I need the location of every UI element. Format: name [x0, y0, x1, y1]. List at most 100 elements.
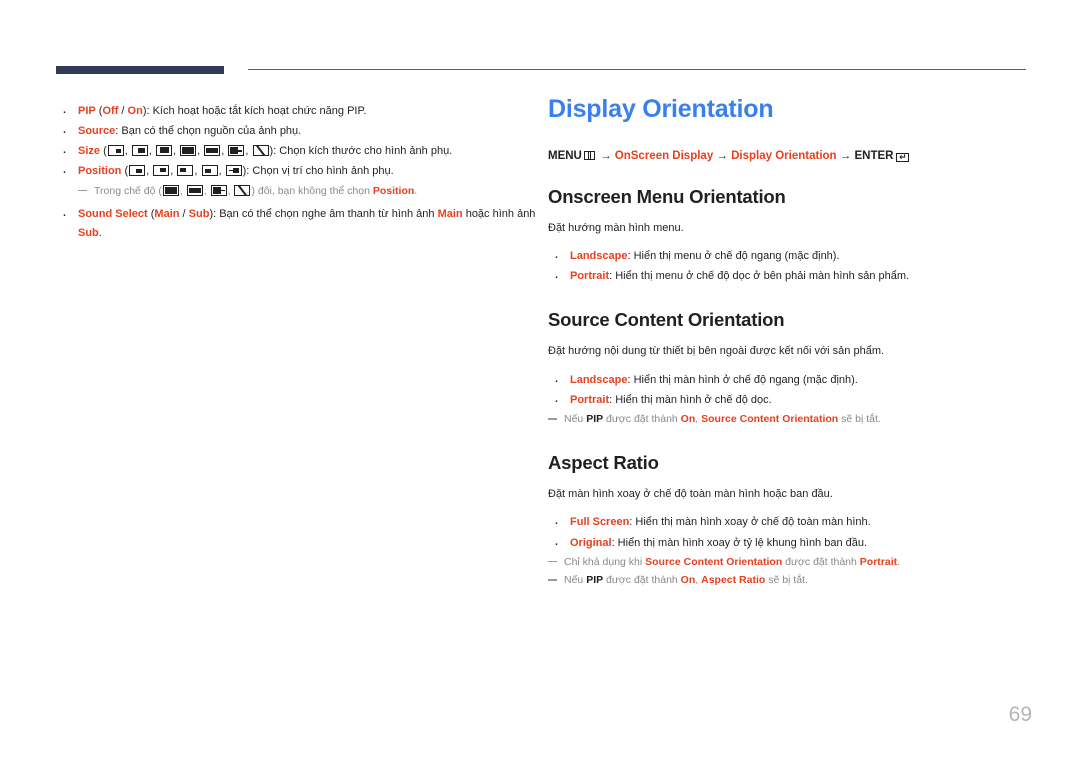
option-name: Landscape: [570, 250, 628, 262]
option-name: Portrait: [570, 393, 610, 406]
note-part: Chỉ khả dụng khi: [564, 555, 646, 568]
note-feature-ref: Source Content Orientation: [645, 555, 783, 568]
note-on-ref: On: [680, 574, 696, 587]
option-desc: : Hiển thị màn hình xoay ở tỷ lệ khung h…: [611, 536, 868, 549]
arrow-2: →: [716, 149, 728, 162]
option-landscape: Landscape: Hiển thị menu ở chế độ ngang …: [548, 245, 1028, 269]
icon-pos-bottom-left: [201, 165, 218, 177]
option-name: Landscape: [570, 373, 628, 386]
ss-desc-1: ): Bạn có thể chọn nghe âm thanh từ hình…: [209, 208, 438, 221]
note-portrait-ref: Portrait: [859, 555, 898, 568]
icon-sub-small-bottom-right: [107, 145, 124, 157]
icon-main-left-bar-right: [228, 145, 245, 157]
header-accent-bar: [56, 66, 224, 74]
pip-value-on: On: [127, 105, 143, 117]
sound-select-value-main: Main: [154, 208, 180, 221]
arrow-1: →: [600, 149, 612, 162]
page-number: 69: [1008, 703, 1032, 726]
enter-label: ENTER: [854, 149, 894, 162]
icon-dual-split-short: [204, 145, 221, 157]
sep: ,: [179, 184, 186, 197]
menu-path-breadcrumb: MENU → OnScreen Display → Display Orient…: [548, 150, 1028, 162]
source-label: Source: [78, 125, 116, 138]
note-dual-mode-suffix: .: [414, 184, 418, 197]
icon-pos-bottom-right: [129, 165, 146, 177]
size-desc: ): Chọn kích thước cho hình ảnh phụ.: [269, 145, 453, 158]
note-aspect-ratio-availability: Chỉ khả dụng khi Source Content Orientat…: [548, 554, 1028, 571]
note-part: được đặt thành: [782, 555, 860, 568]
sound-select-list: Sound Select (Main / Sub): Bạn có thể ch…: [56, 203, 536, 241]
option-landscape: Landscape: Hiển thị màn hình ở chế độ ng…: [548, 369, 1028, 393]
pip-desc: ): Kích hoạt hoặc tắt kích hoạt chức năn…: [142, 105, 367, 117]
note-source-content-pip: Nếu PIP được đặt thành On, Source Conten…: [548, 411, 1028, 428]
bullet-sound-select: Sound Select (Main / Sub): Bạn có thể ch…: [56, 203, 536, 241]
sound-select-label: Sound Select: [78, 208, 148, 221]
sep: ,: [170, 165, 177, 178]
section-lead-source-content-orientation: Đặt hướng nội dung từ thiết bị bên ngoài…: [548, 345, 885, 358]
sep: ,: [194, 165, 201, 178]
bullet-position: Position (, , , , ): Chọn vị trí cho hìn…: [56, 160, 536, 184]
icon-pos-bottom-right-arrow: [225, 165, 242, 177]
icon-main-left-bar-right: [210, 184, 227, 196]
ss-desc-2: hoặc hình ảnh: [462, 208, 536, 221]
option-desc: : Hiển thị màn hình ở chế độ dọc.: [609, 393, 772, 406]
sep: ,: [148, 145, 155, 158]
left-column: PIP (Off / On): Kích hoạt hoặc tắt kích …: [56, 96, 536, 244]
sep: ,: [245, 145, 252, 158]
note-part: .: [897, 555, 901, 568]
sep: ,: [218, 165, 225, 178]
option-name: Full Screen: [570, 516, 630, 529]
icon-dual-split-short: [186, 184, 203, 196]
page-title: Display Orientation: [548, 95, 774, 123]
icon-dual-split-tall: [162, 184, 179, 196]
section-lead-onscreen-menu-orientation: Đặt hướng màn hình menu.: [548, 221, 684, 234]
menu-step-onscreen-display: OnScreen Display: [614, 149, 714, 162]
sep: ,: [203, 184, 210, 197]
note-pip-ref: PIP: [586, 413, 604, 426]
ss-sep: /: [179, 208, 189, 221]
option-name: Portrait: [570, 270, 610, 283]
menu-step-display-orientation: Display Orientation: [731, 149, 837, 162]
sound-select-value-sub: Sub: [188, 208, 210, 221]
bullet-source: Source: Bạn có thể chọn nguồn của ảnh ph…: [56, 120, 536, 144]
section-heading-aspect-ratio: Aspect Ratio: [548, 451, 659, 473]
icon-sub-large-bottom-right: [156, 145, 172, 157]
options-onscreen-menu-orientation: Landscape: Hiển thị menu ở chế độ ngang …: [548, 245, 1028, 289]
note-dual-mode-prefix: Trong chế độ (: [94, 184, 162, 197]
options-source-content-orientation: Landscape: Hiển thị màn hình ở chế độ ng…: [548, 369, 1028, 413]
option-original: Original: Hiển thị màn hình xoay ở tỷ lệ…: [548, 531, 1028, 555]
source-desc: : Bạn có thể chọn nguồn của ảnh phụ.: [115, 125, 302, 138]
icon-sub-medium-bottom-right: [131, 145, 148, 157]
section-heading-source-content-orientation: Source Content Orientation: [548, 309, 785, 331]
enter-key-icon: ↵: [896, 152, 910, 162]
option-portrait: Portrait: Hiển thị màn hình ở chế độ dọc…: [548, 389, 1028, 413]
header-rule: [248, 69, 1026, 70]
pip-value-off: Off: [102, 105, 119, 117]
icon-diagonal-split: [252, 145, 269, 157]
note-part: sẽ bị tắt.: [838, 413, 881, 426]
note-on-ref: On: [680, 413, 696, 426]
sep: ,: [197, 145, 204, 158]
pip-sep: /: [118, 105, 128, 117]
position-open-paren: (: [121, 165, 129, 178]
option-portrait: Portrait: Hiển thị menu ở chế độ dọc ở b…: [548, 265, 1028, 289]
size-open-paren: (: [100, 145, 107, 158]
ss-period: .: [98, 226, 102, 239]
option-desc: : Hiển thị menu ở chế độ ngang (mặc định…: [627, 250, 840, 262]
option-desc: : Hiển thị màn hình ở chế độ ngang (mặc …: [627, 373, 858, 386]
options-aspect-ratio: Full Screen: Hiển thị màn hình xoay ở ch…: [548, 511, 1028, 555]
note-pip-ref: PIP: [586, 574, 604, 587]
note-part: sẽ bị tắt.: [765, 574, 808, 587]
note-part: được đặt thành: [603, 413, 681, 426]
note-dual-mode-highlight: Position: [372, 184, 415, 197]
note-dual-mode-middle: ) đôi, bạn không thể chọn: [251, 184, 373, 197]
ss-main-ref: Main: [437, 208, 463, 221]
sep: ,: [146, 165, 153, 178]
right-column: Display Orientation MENU → OnScreen Disp…: [548, 95, 1028, 589]
note-part: Nếu: [564, 413, 587, 426]
option-desc: : Hiển thị menu ở chế độ dọc ở bên phải …: [609, 270, 910, 283]
ss-sub-ref: Sub: [78, 226, 99, 239]
icon-pos-top-right: [153, 165, 170, 177]
menu-label: MENU: [548, 149, 582, 162]
manual-page: PIP (Off / On): Kích hoạt hoặc tắt kích …: [0, 0, 1080, 763]
